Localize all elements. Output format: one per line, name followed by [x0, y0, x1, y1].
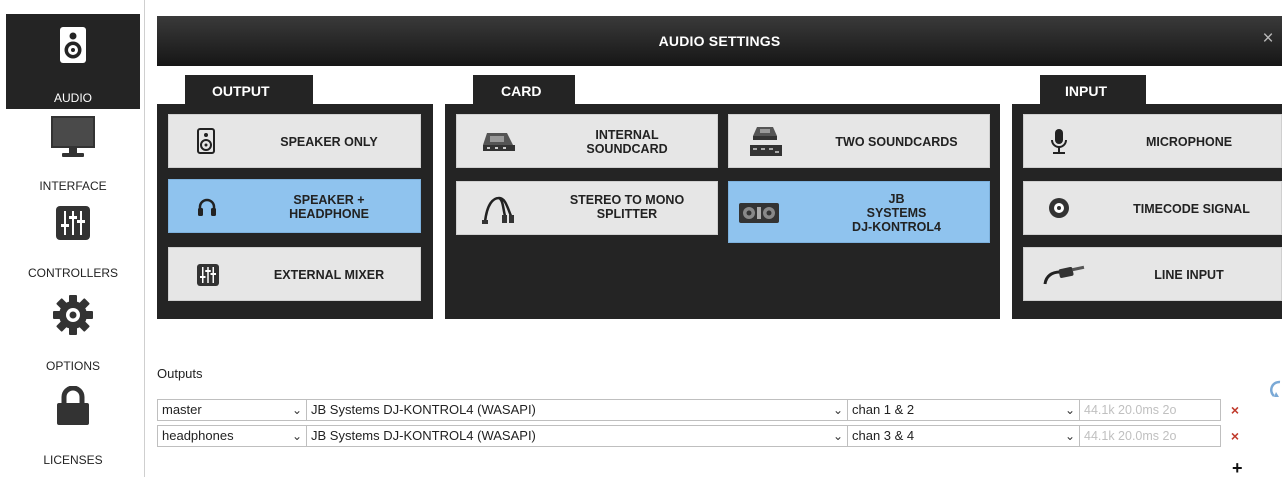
outputs-section-label: Outputs [157, 366, 203, 381]
microphone-icon [1051, 129, 1067, 154]
sidebar-item-controllers[interactable]: CONTROLLERS [6, 204, 140, 284]
tab-card: CARD [473, 75, 575, 104]
chevron-down-icon: ⌄ [832, 429, 843, 443]
device-select[interactable]: JB Systems DJ-KONTROL4 (WASAPI) ⌄ [306, 425, 848, 447]
stereo-to-mono-splitter-button[interactable]: STEREO TO MONO SPLITTER [456, 181, 718, 235]
external-mixer-button[interactable]: EXTERNAL MIXER [168, 247, 421, 301]
sidebar-item-licenses[interactable]: LICENSES [6, 383, 140, 471]
remove-output-button[interactable]: × [1228, 399, 1242, 421]
monitor-icon [51, 116, 95, 157]
chevron-down-icon: ⌄ [832, 403, 843, 417]
chevron-down-icon: ⌄ [1064, 429, 1075, 443]
input-panel: MICROPHONE TIMECODE SIGNAL LINE INPUT [1012, 104, 1282, 319]
sidebar: AUDIO INTERFACE CONTROLLERS OPTIONS LICE… [0, 0, 145, 477]
speaker-only-button[interactable]: SPEAKER ONLY [168, 114, 421, 168]
tab-output: OUTPUT [185, 75, 313, 104]
chevron-down-icon: ⌄ [291, 403, 302, 417]
lock-icon [57, 386, 89, 425]
headphones-icon [198, 198, 216, 216]
two-soundcards-icon [750, 127, 782, 156]
sidebar-item-options[interactable]: OPTIONS [6, 293, 140, 378]
sidebar-item-audio[interactable]: AUDIO [6, 14, 140, 109]
window-title-bar: AUDIO SETTINGS × [157, 16, 1282, 66]
output-row: headphones ⌄ JB Systems DJ-KONTROL4 (WAS… [157, 425, 1242, 447]
remove-icon: × [1230, 402, 1240, 418]
speaker-icon [197, 128, 215, 154]
refresh-icon[interactable] [1266, 378, 1282, 400]
remove-icon: × [1230, 428, 1240, 444]
sidebar-item-label: CONTROLLERS [27, 266, 119, 280]
channel-pair-select[interactable]: chan 3 & 4 ⌄ [847, 425, 1080, 447]
speaker-icon [60, 27, 86, 63]
sidebar-item-label: LICENSES [43, 453, 103, 467]
sidebar-item-label: INTERFACE [39, 179, 107, 193]
jack-cable-icon [1043, 265, 1085, 285]
two-soundcards-button[interactable]: TWO SOUNDCARDS [728, 114, 990, 168]
chevron-down-icon: ⌄ [291, 429, 302, 443]
timecode-signal-button[interactable]: TIMECODE SIGNAL [1023, 181, 1282, 235]
internal-soundcard-button[interactable]: INTERNAL SOUNDCARD [456, 114, 718, 168]
channel-select[interactable]: headphones ⌄ [157, 425, 307, 447]
mixer-sliders-icon [56, 206, 90, 240]
chevron-down-icon: ⌄ [1064, 403, 1075, 417]
output-panel: SPEAKER ONLY SPEAKER + HEADPHONE EXTERNA… [157, 104, 433, 319]
output-row: master ⌄ JB Systems DJ-KONTROL4 (WASAPI)… [157, 399, 1242, 421]
soundcard-icon [483, 133, 515, 151]
splitter-cable-icon [482, 196, 514, 224]
device-select[interactable]: JB Systems DJ-KONTROL4 (WASAPI) ⌄ [306, 399, 848, 421]
sidebar-item-label: AUDIO [53, 91, 92, 105]
sidebar-item-label: OPTIONS [45, 359, 100, 373]
dj-controller-icon [739, 203, 779, 223]
add-output-button[interactable]: + [1232, 458, 1243, 477]
window-title: AUDIO SETTINGS [658, 33, 781, 49]
stream-info: 44.1k 20.0ms 2o [1079, 425, 1221, 447]
tab-input: INPUT [1040, 75, 1146, 104]
channel-select[interactable]: master ⌄ [157, 399, 307, 421]
microphone-button[interactable]: MICROPHONE [1023, 114, 1282, 168]
sidebar-item-interface[interactable]: INTERFACE [6, 112, 140, 197]
card-panel: INTERNAL SOUNDCARD TWO SOUNDCARDS STEREO… [445, 104, 1000, 319]
stream-info: 44.1k 20.0ms 2o [1079, 399, 1221, 421]
speaker-headphone-button[interactable]: SPEAKER + HEADPHONE [168, 179, 421, 233]
close-button[interactable]: × [1258, 29, 1278, 49]
jb-systems-dj-kontrol4-button[interactable]: JB SYSTEMS DJ-KONTROL4 [728, 181, 990, 243]
line-input-button[interactable]: LINE INPUT [1023, 247, 1282, 301]
channel-pair-select[interactable]: chan 1 & 2 ⌄ [847, 399, 1080, 421]
audio-settings-window: AUDIO INTERFACE CONTROLLERS OPTIONS LICE… [0, 0, 1282, 477]
plus-icon: + [1232, 458, 1243, 477]
vinyl-record-icon [1049, 198, 1069, 218]
close-icon: × [1262, 28, 1274, 49]
gear-icon [53, 295, 93, 335]
remove-output-button[interactable]: × [1228, 425, 1242, 447]
mixer-sliders-icon [197, 264, 219, 286]
